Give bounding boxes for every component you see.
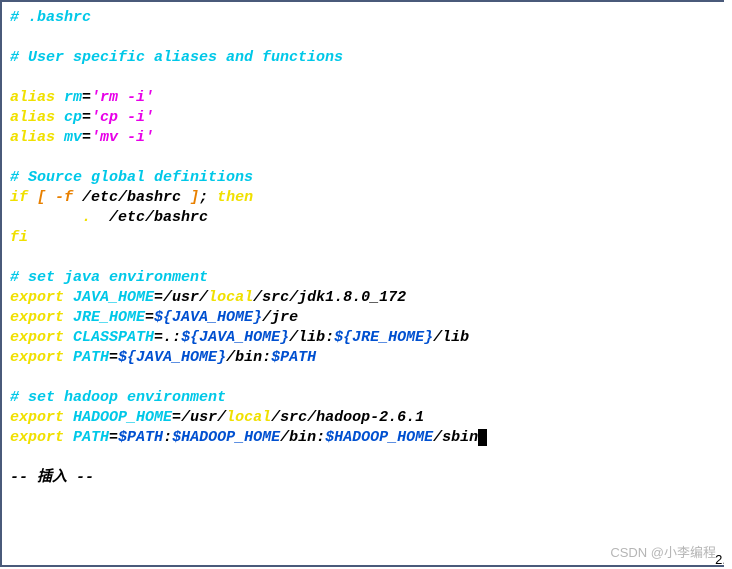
eq: = xyxy=(154,329,163,346)
eq: = xyxy=(109,349,118,366)
eq: = xyxy=(82,129,91,146)
code-line: export PATH=${JAVA_HOME}/bin:$PATH xyxy=(10,348,716,368)
comment: # set hadoop environment xyxy=(10,389,226,406)
indent xyxy=(10,209,82,226)
mode-line: -- 插入 -- xyxy=(10,468,716,488)
corner-num: 2. xyxy=(715,552,724,567)
eq: = xyxy=(82,109,91,126)
blank xyxy=(10,368,716,388)
varref: ${JAVA_HOME} xyxy=(118,349,226,366)
eq: = xyxy=(172,409,181,426)
code-line: export CLASSPATH=.:${JAVA_HOME}/lib:${JR… xyxy=(10,328,716,348)
varref: ${JAVA_HOME} xyxy=(181,329,289,346)
eq: = xyxy=(145,309,154,326)
keyword: export xyxy=(10,329,73,346)
keyword: alias xyxy=(10,129,64,146)
string: 'rm -i' xyxy=(91,89,154,106)
eq: = xyxy=(82,89,91,106)
code-line: alias cp='cp -i' xyxy=(10,108,716,128)
keyword: export xyxy=(10,429,73,446)
code-line: # .bashrc xyxy=(10,8,716,28)
code-line: # User specific aliases and functions xyxy=(10,48,716,68)
keyword: alias xyxy=(10,109,64,126)
path: /jre xyxy=(262,309,298,326)
local: local xyxy=(208,289,253,306)
text: /bin: xyxy=(280,429,325,446)
alias-name: cp xyxy=(64,109,82,126)
var: HADOOP_HOME xyxy=(73,409,172,426)
text: : xyxy=(163,429,172,446)
semi: ; xyxy=(199,189,217,206)
blank xyxy=(10,248,716,268)
path: /src/jdk1.8.0_172 xyxy=(253,289,406,306)
path: /etc/bashrc xyxy=(82,189,181,206)
varref: $HADOOP_HOME xyxy=(172,429,280,446)
code-line: # Source global definitions xyxy=(10,168,716,188)
blank xyxy=(10,68,716,88)
var: JAVA_HOME xyxy=(73,289,154,306)
keyword: alias xyxy=(10,89,64,106)
code-line: . /etc/bashrc xyxy=(10,208,716,228)
text: /lib xyxy=(433,329,469,346)
code-line: alias mv='mv -i' xyxy=(10,128,716,148)
keyword: export xyxy=(10,349,73,366)
code-line: export JRE_HOME=${JAVA_HOME}/jre xyxy=(10,308,716,328)
keyword: export xyxy=(10,409,73,426)
varref: ${JAVA_HOME} xyxy=(154,309,262,326)
comment: # .bashrc xyxy=(10,9,91,26)
code-line: if [ -f /etc/bashrc ]; then xyxy=(10,188,716,208)
cursor-icon xyxy=(478,429,487,446)
varref: $PATH xyxy=(118,429,163,446)
flag: -f xyxy=(55,189,82,206)
insert-mode: -- 插入 -- xyxy=(10,469,94,486)
varref: $HADOOP_HOME xyxy=(325,429,433,446)
bracket: [ xyxy=(37,189,55,206)
text: /lib: xyxy=(289,329,334,346)
eq: = xyxy=(154,289,163,306)
path: /src/hadoop-2.6.1 xyxy=(271,409,424,426)
var: PATH xyxy=(73,429,109,446)
string: 'cp -i' xyxy=(91,109,154,126)
terminal-editor[interactable]: # .bashrc # User specific aliases and fu… xyxy=(0,0,724,567)
local: local xyxy=(226,409,271,426)
blank xyxy=(10,448,716,468)
dot: . xyxy=(82,209,100,226)
var: PATH xyxy=(73,349,109,366)
code-line: # set hadoop environment xyxy=(10,388,716,408)
blank xyxy=(10,28,716,48)
keyword: fi xyxy=(10,229,28,246)
var: CLASSPATH xyxy=(73,329,154,346)
path: /usr/ xyxy=(181,409,226,426)
text: /sbin xyxy=(433,429,478,446)
path: /usr/ xyxy=(163,289,208,306)
code-line: # set java environment xyxy=(10,268,716,288)
var: JRE_HOME xyxy=(73,309,145,326)
keyword: then xyxy=(217,189,253,206)
watermark: CSDN @小李编程 xyxy=(610,542,716,561)
code-line: alias rm='rm -i' xyxy=(10,88,716,108)
keyword: export xyxy=(10,289,73,306)
eq: = xyxy=(109,429,118,446)
varref: ${JRE_HOME} xyxy=(334,329,433,346)
comment: # set java environment xyxy=(10,269,208,286)
text: .: xyxy=(163,329,181,346)
blank xyxy=(10,148,716,168)
code-line: fi xyxy=(10,228,716,248)
code-line: export HADOOP_HOME=/usr/local/src/hadoop… xyxy=(10,408,716,428)
text: /bin: xyxy=(226,349,271,366)
code-line: export JAVA_HOME=/usr/local/src/jdk1.8.0… xyxy=(10,288,716,308)
path: /etc/bashrc xyxy=(100,209,208,226)
keyword: if xyxy=(10,189,37,206)
alias-name: rm xyxy=(64,89,82,106)
comment: # Source global definitions xyxy=(10,169,253,186)
code-line: export PATH=$PATH:$HADOOP_HOME/bin:$HADO… xyxy=(10,428,716,448)
comment: # User specific aliases and functions xyxy=(10,49,343,66)
varref: $PATH xyxy=(271,349,316,366)
bracket: ] xyxy=(181,189,199,206)
alias-name: mv xyxy=(64,129,82,146)
keyword: export xyxy=(10,309,73,326)
string: 'mv -i' xyxy=(91,129,154,146)
